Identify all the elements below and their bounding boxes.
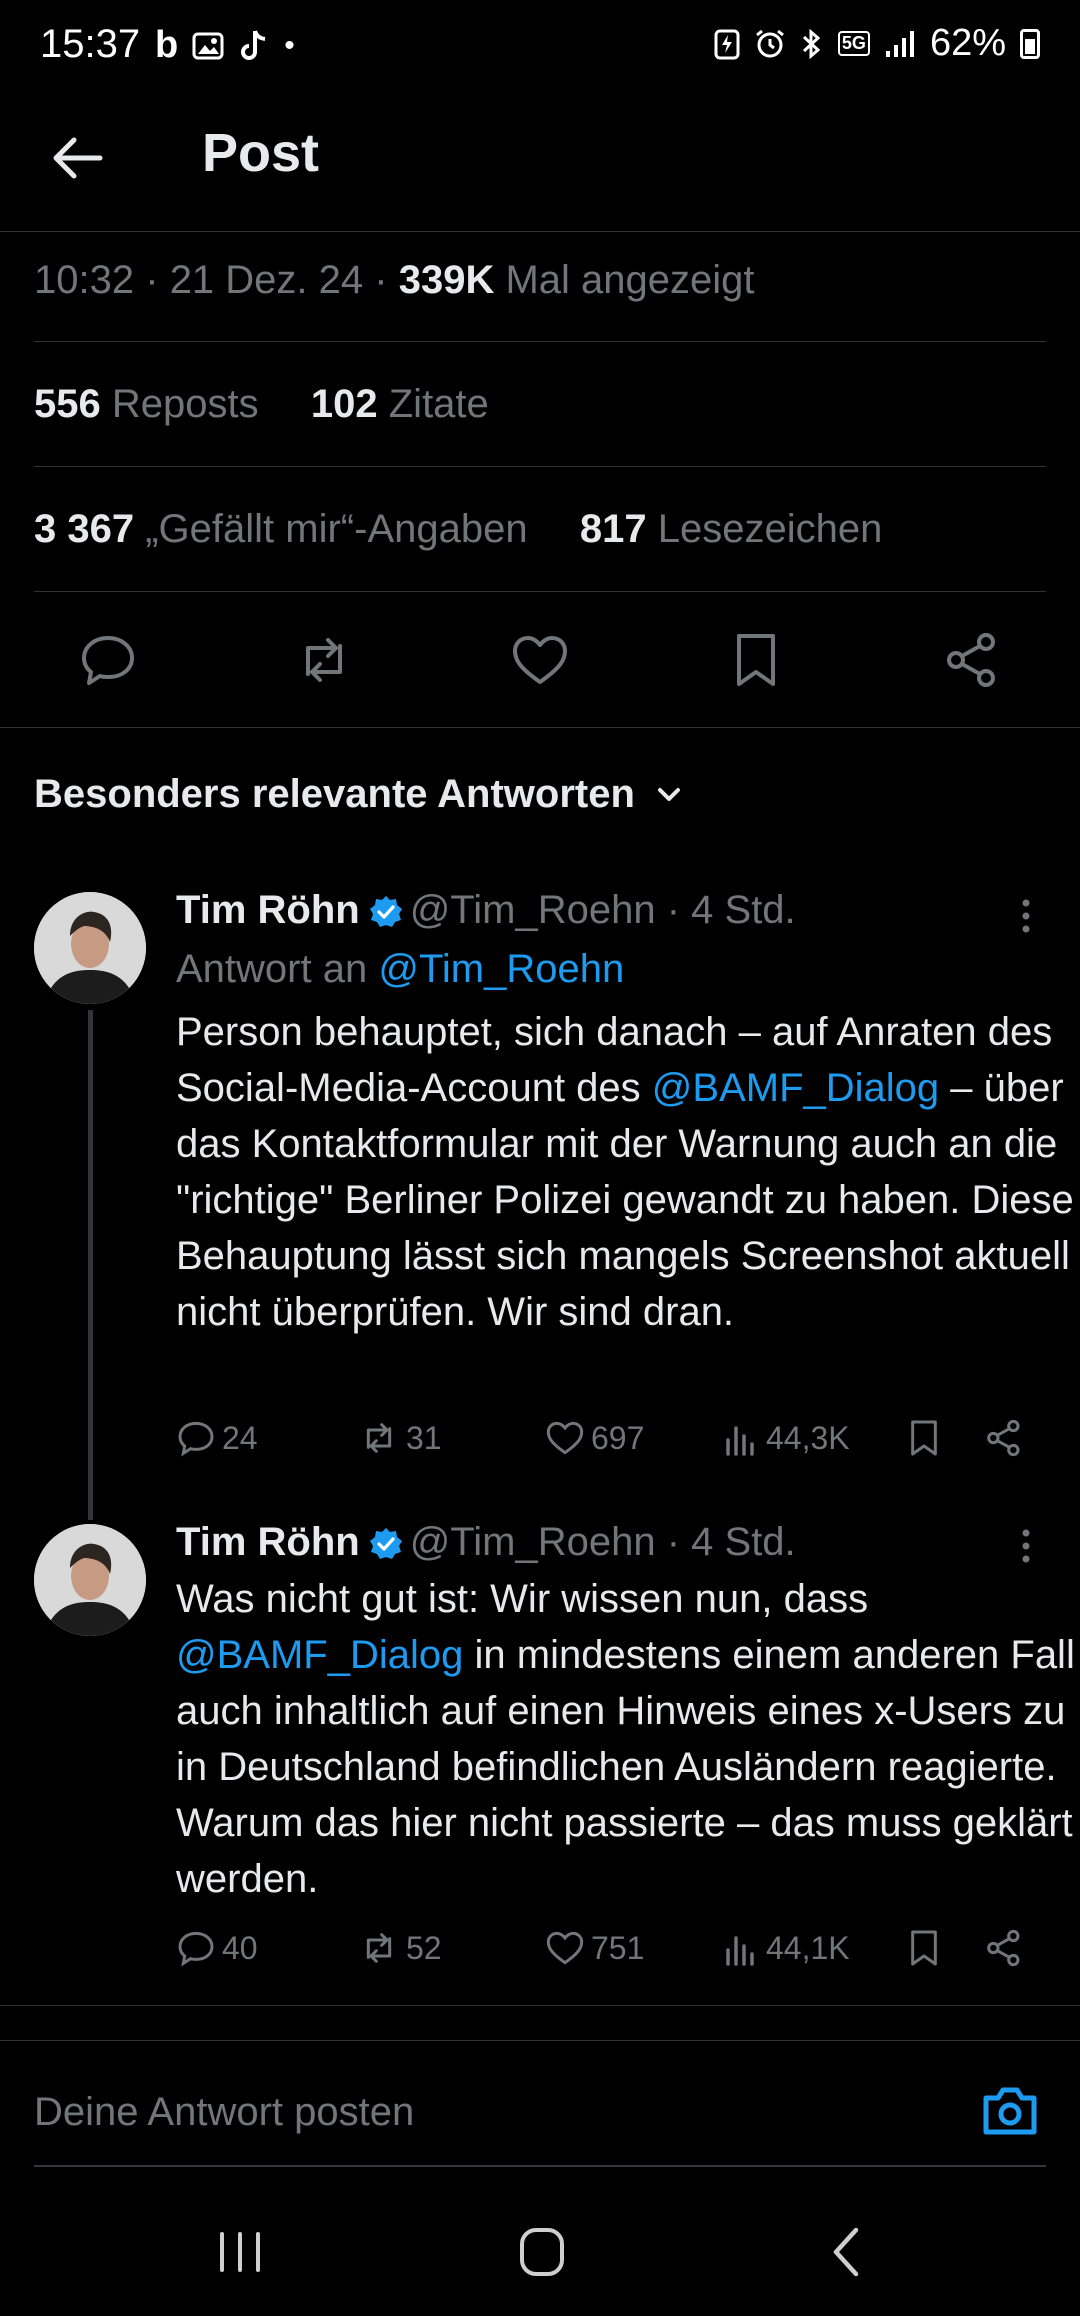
share-icon[interactable] bbox=[942, 630, 1002, 690]
post-date: 21 Dez. 24 bbox=[169, 258, 364, 302]
views-button[interactable]: 44,1K bbox=[724, 1928, 850, 1968]
share-icon[interactable] bbox=[984, 1418, 1024, 1458]
reply-icon bbox=[178, 1931, 214, 1967]
author-handle[interactable]: @Tim_Roehn bbox=[410, 888, 656, 932]
battery-percent: 62% bbox=[929, 22, 1006, 64]
page-title: Post bbox=[202, 123, 320, 183]
views-count: 339K bbox=[398, 258, 495, 302]
quotes-stat[interactable]: 102 Zitate bbox=[311, 382, 489, 426]
status-bar: 15:37 b • 5G 62% bbox=[0, 0, 1080, 95]
repost-icon bbox=[366, 1423, 392, 1453]
reply-header: Tim Röhn @Tim_Roehn · 4 Std. bbox=[176, 1520, 796, 1565]
reply-button[interactable]: 24 bbox=[176, 1418, 258, 1458]
divider bbox=[34, 591, 1046, 592]
post-action-bar bbox=[0, 600, 1080, 720]
back-arrow-icon[interactable] bbox=[48, 128, 108, 188]
reply-sort-label: Besonders relevante Antworten bbox=[34, 772, 635, 816]
avatar[interactable] bbox=[34, 1524, 146, 1636]
notification-icons: b • bbox=[155, 24, 295, 67]
avatar[interactable] bbox=[34, 892, 146, 1004]
reply-icon bbox=[178, 1421, 214, 1457]
reply-action-bar: 40 52 751 44,1K bbox=[0, 1928, 1080, 1978]
bookmarks-stat[interactable]: 817 Lesezeichen bbox=[580, 507, 882, 551]
reply-sort-dropdown[interactable]: Besonders relevante Antworten bbox=[34, 772, 685, 817]
recent-apps-icon[interactable] bbox=[200, 2222, 280, 2282]
battery-icon bbox=[1020, 28, 1040, 59]
views-label: Mal angezeigt bbox=[505, 258, 755, 302]
post-timestamp-views: 10:32 · 21 Dez. 24 · 339K Mal angezeigt bbox=[34, 258, 755, 302]
divider bbox=[0, 2005, 1080, 2006]
reply-icon[interactable] bbox=[78, 630, 138, 690]
mention-link[interactable]: @BAMF_Dialog bbox=[176, 1633, 463, 1677]
repost-button[interactable]: 31 bbox=[358, 1418, 442, 1458]
author-name[interactable]: Tim Röhn bbox=[176, 1520, 360, 1564]
signal-icon bbox=[885, 30, 914, 57]
alarm-icon bbox=[755, 29, 784, 57]
reply-input[interactable]: Deine Antwort posten bbox=[34, 2090, 414, 2135]
bookmark-icon[interactable] bbox=[726, 630, 786, 690]
divider bbox=[34, 341, 1046, 342]
like-icon[interactable] bbox=[510, 630, 570, 690]
more-options-icon[interactable] bbox=[1006, 1526, 1046, 1566]
more-options-icon[interactable] bbox=[1006, 896, 1046, 936]
back-icon[interactable] bbox=[806, 2222, 886, 2282]
author-name[interactable]: Tim Röhn bbox=[176, 888, 360, 932]
divider bbox=[34, 466, 1046, 467]
post-age: · 4 Std. bbox=[666, 888, 796, 932]
post-age: · 4 Std. bbox=[666, 1520, 796, 1564]
like-icon bbox=[546, 1421, 584, 1455]
post-time: 10:32 bbox=[34, 258, 135, 302]
like-button[interactable]: 697 bbox=[545, 1418, 644, 1458]
like-icon bbox=[546, 1931, 584, 1965]
views-icon bbox=[726, 1426, 754, 1456]
reply-to-line: Antwort an @Tim_Roehn bbox=[176, 947, 625, 991]
bookmark-icon[interactable] bbox=[904, 1418, 944, 1458]
reply-to-mention[interactable]: @Tim_Roehn bbox=[378, 947, 624, 991]
status-time: 15:37 bbox=[40, 22, 141, 66]
reply-button[interactable]: 40 bbox=[176, 1928, 258, 1968]
reply-action-bar: 24 31 697 44,3K bbox=[0, 1418, 1080, 1468]
avatar-image bbox=[34, 892, 146, 1004]
likes-stat[interactable]: 3 367 „Gefällt mir“-Angaben bbox=[34, 507, 528, 551]
bookmark-icon[interactable] bbox=[904, 1928, 944, 1968]
share-icon[interactable] bbox=[984, 1928, 1024, 1968]
battery-saver-icon bbox=[714, 29, 740, 59]
reply-text: Was nicht gut ist: Wir wissen nun, dass … bbox=[176, 1577, 1075, 1901]
status-right: 5G 62% bbox=[714, 22, 1040, 65]
reposts-stat[interactable]: 556 Reposts bbox=[34, 382, 259, 426]
verified-badge-icon bbox=[369, 896, 402, 928]
author-handle[interactable]: @Tim_Roehn bbox=[410, 1520, 656, 1564]
network-type: 5G bbox=[837, 31, 870, 56]
repost-button[interactable]: 52 bbox=[358, 1928, 442, 1968]
reply-text: Person behauptet, sich danach – auf Anra… bbox=[176, 1010, 1074, 1334]
camera-icon[interactable] bbox=[980, 2082, 1040, 2138]
views-icon bbox=[726, 1936, 754, 1966]
dot-icon: • bbox=[284, 28, 295, 62]
bluetooth-icon bbox=[802, 28, 821, 59]
reply-header: Tim Röhn @Tim_Roehn · 4 Std. bbox=[176, 888, 796, 933]
mention-link[interactable]: @BAMF_Dialog bbox=[652, 1066, 939, 1110]
home-icon[interactable] bbox=[502, 2222, 582, 2282]
repost-icon[interactable] bbox=[294, 630, 354, 690]
gallery-icon bbox=[192, 32, 224, 59]
compose-underline bbox=[34, 2165, 1046, 2167]
top-bar bbox=[0, 95, 1080, 232]
views-button[interactable]: 44,3K bbox=[724, 1418, 850, 1458]
avatar-image bbox=[34, 1524, 146, 1636]
stats-row-reposts: 556 Reposts 102 Zitate bbox=[34, 382, 489, 427]
divider bbox=[0, 727, 1080, 728]
bing-icon: b bbox=[155, 24, 179, 66]
verified-badge-icon bbox=[369, 1528, 402, 1560]
like-button[interactable]: 751 bbox=[545, 1928, 644, 1968]
repost-icon bbox=[366, 1933, 392, 1963]
tiktok-icon bbox=[241, 29, 266, 60]
chevron-down-icon bbox=[657, 787, 680, 801]
stats-row-likes: 3 367 „Gefällt mir“-Angaben 817 Lesezeic… bbox=[34, 507, 882, 552]
